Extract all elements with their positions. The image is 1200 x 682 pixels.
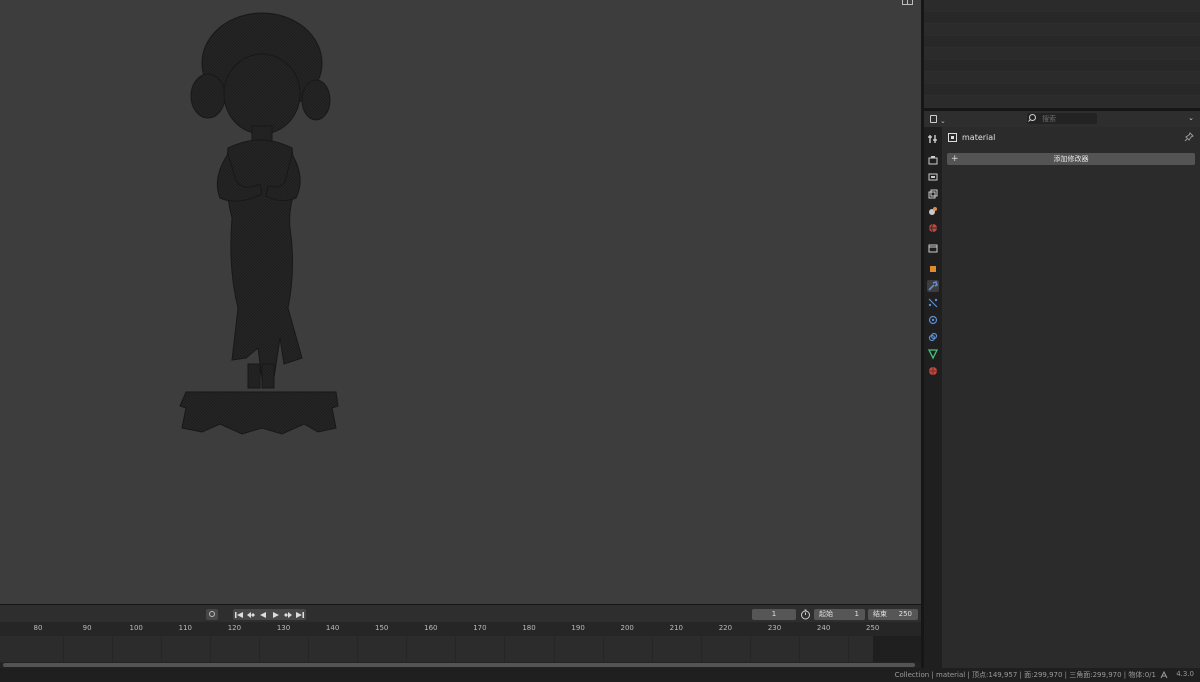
timeline-gridline [700, 636, 702, 662]
timeline-out-of-range [873, 636, 921, 662]
auto-keying-button[interactable] [206, 609, 218, 620]
ruler-tick: 180 [522, 624, 536, 632]
timeline-gridline [799, 636, 801, 662]
timeline-header: 1 起始 1 结束 250 [0, 604, 921, 622]
ruler-tick: 160 [424, 624, 438, 632]
timeline-gridline [308, 636, 310, 662]
view-layer-icon[interactable] [927, 188, 939, 200]
object-icon[interactable] [927, 263, 939, 275]
properties-panel: material + 添加修改器 [942, 127, 1200, 668]
scene-icon[interactable] [927, 205, 939, 217]
ruler-tick: 200 [620, 624, 634, 632]
ruler-tick: 120 [227, 624, 242, 632]
timeline-gridline [357, 636, 359, 662]
ruler-tick: 140 [325, 624, 340, 632]
record-icon [209, 611, 215, 617]
jump-start-icon [235, 611, 244, 618]
material-icon[interactable] [927, 365, 939, 377]
play-button[interactable] [270, 609, 282, 620]
output-icon[interactable] [927, 171, 939, 183]
timeline-gridline [209, 636, 211, 662]
play-reverse-icon [260, 611, 267, 618]
properties-search-input[interactable]: 搜索 [1027, 113, 1097, 124]
ruler-tick: 230 [767, 624, 782, 632]
ruler-tick: 250 [866, 624, 880, 632]
outliner-panel[interactable] [924, 0, 1200, 108]
mesh-object-icon [948, 133, 957, 142]
ruler-tick: 220 [718, 624, 733, 632]
play-reverse-button[interactable] [257, 609, 269, 620]
jump-keyframe-forward-button[interactable] [282, 609, 294, 620]
timeline-ruler[interactable]: 80 90 100 110 120 130 140 150 160 170 180 190 200 210… [0, 622, 921, 636]
timeline-gridline [848, 636, 850, 662]
ruler-tick: 150 [375, 624, 389, 632]
properties-tabs [924, 127, 942, 668]
particles-icon[interactable] [927, 297, 939, 309]
timeline-gridline [406, 636, 408, 662]
world-icon[interactable] [927, 222, 939, 234]
tool-icon[interactable] [927, 133, 939, 145]
timeline-area[interactable] [0, 636, 921, 662]
timeline-gridline [651, 636, 653, 662]
keyframe-forward-icon [283, 611, 292, 618]
timeline-gridline [602, 636, 604, 662]
physics-icon[interactable] [927, 314, 939, 326]
jump-start-button[interactable] [233, 609, 245, 620]
ruler-tick: 170 [473, 624, 487, 632]
object-name-row: material [942, 131, 1200, 145]
play-icon [272, 611, 279, 618]
keyframe-back-icon [247, 611, 256, 618]
timeline-gridline [111, 636, 113, 662]
network-icon [1160, 671, 1168, 679]
start-frame-field[interactable]: 起始 1 [814, 609, 865, 620]
timeline-gridline [553, 636, 555, 662]
jump-end-button[interactable] [294, 609, 306, 620]
figurine-model[interactable] [170, 8, 350, 440]
scene-statistics: Collection | material | 顶点:149,957 | 面:2… [894, 671, 1156, 679]
timeline-gridline [749, 636, 751, 662]
current-frame-field[interactable]: 1 [752, 609, 796, 620]
object-name: material [962, 133, 996, 142]
ruler-tick: 100 [129, 624, 143, 632]
timeline-gridline [258, 636, 260, 662]
ruler-tick: 80 [33, 624, 43, 632]
add-modifier-button[interactable]: + 添加修改器 [947, 153, 1195, 165]
chevron-down-icon[interactable]: ⌄ [1188, 114, 1194, 122]
version-label: 4.3.0 [1176, 670, 1194, 678]
modifier-icon[interactable] [927, 280, 939, 292]
end-frame-field[interactable]: 结束 250 [868, 609, 918, 620]
status-bar: Collection | material | 顶点:149,957 | 面:2… [0, 668, 1200, 682]
area-split-icon[interactable] [902, 0, 913, 5]
timeline-gridline [160, 636, 162, 662]
constraints-icon[interactable] [927, 331, 939, 343]
ruler-tick: 130 [276, 624, 291, 632]
scrollbar-thumb[interactable] [3, 663, 915, 667]
pin-icon[interactable] [1184, 132, 1194, 142]
playback-controls [233, 609, 306, 620]
data-icon[interactable] [927, 348, 939, 360]
ruler-tick: 110 [178, 624, 192, 632]
ruler-tick: 90 [82, 624, 92, 632]
collection-icon[interactable] [927, 242, 939, 254]
jump-end-icon [295, 611, 304, 618]
properties-header: ⌄ 搜索 ⌄ [924, 111, 1200, 127]
stopwatch-icon[interactable] [800, 609, 811, 620]
search-icon [1029, 114, 1036, 121]
timeline-gridline [455, 636, 457, 662]
timeline-gridline [62, 636, 64, 662]
editor-type-icon[interactable]: ⌄ [930, 114, 946, 125]
ruler-tick: 190 [571, 624, 585, 632]
3d-viewport[interactable] [0, 0, 921, 604]
jump-keyframe-back-button[interactable] [245, 609, 257, 620]
timeline-gridline [504, 636, 506, 662]
render-icon[interactable] [927, 154, 939, 166]
ruler-tick: 240 [816, 624, 831, 632]
ruler-tick: 210 [669, 624, 683, 632]
